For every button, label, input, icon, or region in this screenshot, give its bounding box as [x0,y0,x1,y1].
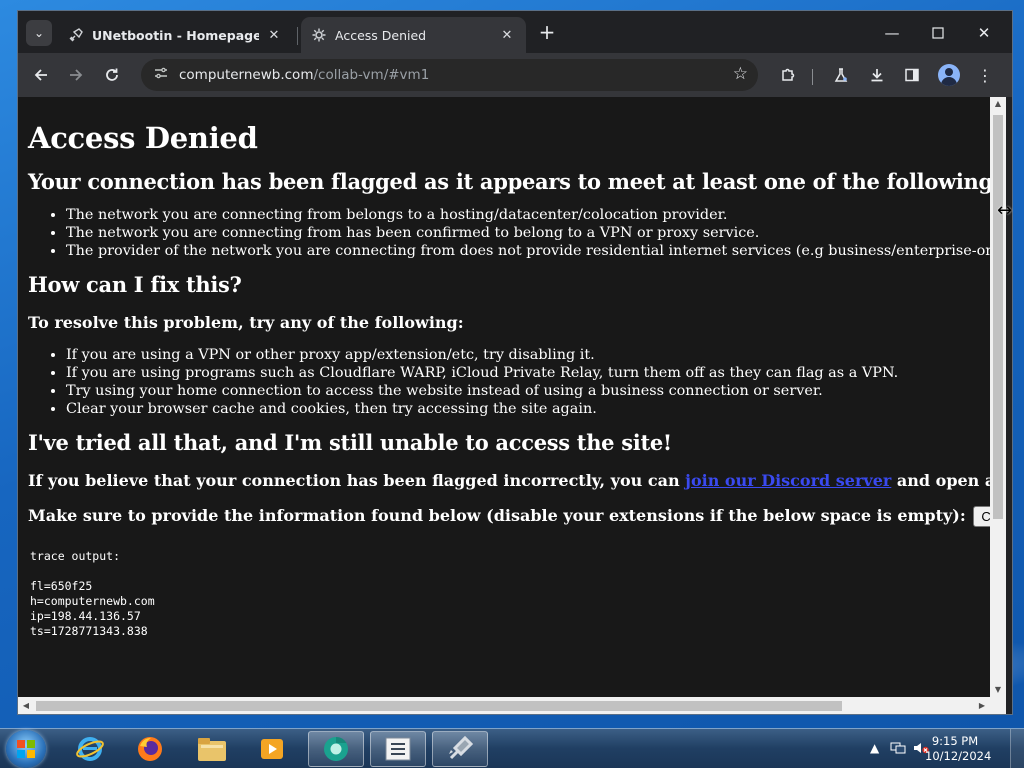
browser-window: ⌄ UNetbootin - Homepage and Do ✕ Access … [17,10,1013,715]
browser-toolbar: computernewb.com/collab-vm/#vm1 ☆ ⋮ [18,53,1012,97]
bookmark-star-icon[interactable]: ☆ [733,64,748,84]
discord-server-link[interactable]: join our Discord server [685,471,891,490]
fixes-list: If you are using a VPN or other proxy ap… [66,346,980,418]
reload-icon[interactable] [98,61,126,89]
address-bar[interactable]: computernewb.com/collab-vm/#vm1 ☆ [141,59,758,91]
scroll-down-icon[interactable]: ▼ [990,683,1006,697]
criteria-list: The network you are connecting from belo… [66,206,990,260]
site-settings-icon[interactable] [151,66,171,84]
list-item: If you are using programs such as Cloudf… [66,364,980,382]
list-item: If you are using a VPN or other proxy ap… [66,346,980,364]
extensions-puzzle-icon[interactable] [774,61,802,89]
start-button-windows-icon[interactable] [6,730,46,768]
tab-search-chevron-icon[interactable]: ⌄ [26,20,52,46]
list-app-icon[interactable] [370,731,426,767]
vertical-scrollbar[interactable]: ▲ ▼ [990,97,1006,697]
close-icon[interactable]: ✕ [265,28,283,43]
list-item: Try using your home connection to access… [66,382,980,400]
back-arrow-icon[interactable] [27,61,55,89]
tab-title: Access Denied [335,27,427,43]
list-item: Clear your browser cache and cookies, th… [66,400,980,418]
system-clock[interactable]: 9:15 PM 10/12/2024 [925,734,992,764]
close-icon[interactable]: ✕ [498,28,516,43]
tab-unetbootin[interactable]: UNetbootin - Homepage and Do ✕ [58,17,293,53]
file-explorer-folder-icon[interactable] [184,731,240,767]
new-tab-plus-icon[interactable]: + [536,21,558,43]
internet-explorer-icon[interactable] [62,731,118,767]
menu-kebab-icon[interactable]: ⋮ [971,61,999,89]
minimize-icon[interactable]: — [872,19,912,47]
trace-line: fl=650f25 [30,579,93,593]
forward-arrow-icon[interactable] [62,61,90,89]
show-hidden-icons-icon[interactable]: ▲ [870,741,879,755]
page-viewport: Access Denied Your connection has been f… [18,97,990,697]
list-item: The network you are connecting from has … [66,224,980,242]
unetbootin-rocket-icon[interactable] [432,731,488,767]
taskbar: ▲ 9:15 PM 10/12/2024 [0,728,1024,768]
url-text: computernewb.com/collab-vm/#vm1 [179,67,430,83]
trace-line: h=computernewb.com [30,594,155,608]
maximize-icon[interactable] [918,19,958,47]
media-player-icon[interactable] [244,731,300,767]
network-icon[interactable] [890,741,906,758]
tab-access-denied[interactable]: Access Denied ✕ [301,17,526,53]
criteria-heading: Your connection has been flagged as it a… [28,169,990,194]
provide-info-text: Make sure to provide the information fou… [28,506,990,527]
page-title: Access Denied [28,121,258,155]
download-icon[interactable] [863,61,891,89]
trace-line: ts=1728771343.838 [30,624,148,638]
scroll-right-icon[interactable]: ▶ [974,697,990,714]
trace-label: trace output: [30,549,121,563]
horizontal-scrollbar[interactable]: ◀ ▶ [18,697,1006,714]
profile-avatar-icon[interactable] [938,64,960,86]
resize-cursor-icon: ↔ [997,200,1013,221]
list-item: The provider of the network you are conn… [66,242,990,260]
labs-flask-icon[interactable] [827,61,855,89]
copy-to-clipboard-button[interactable]: Copy to clipboard [973,506,990,527]
tab-strip: ⌄ UNetbootin - Homepage and Do ✕ Access … [18,11,1012,53]
chrome-taskbar-icon[interactable] [308,731,364,767]
show-desktop-button[interactable] [1010,729,1024,768]
trace-line: ip=198.44.136.57 [30,609,141,623]
window-close-icon[interactable]: ✕ [964,19,1004,47]
rocket-icon [68,27,84,43]
gear-icon [311,27,327,43]
tried-heading: I've tried all that, and I'm still unabl… [28,430,672,455]
horizontal-scroll-thumb[interactable] [36,701,842,711]
clock-date: 10/12/2024 [925,749,992,763]
firefox-icon[interactable] [122,731,178,767]
resolve-subheading: To resolve this problem, try any of the … [28,313,464,332]
tab-title: UNetbootin - Homepage and Do [92,27,259,43]
trace-output: trace output: fl=650f25 h=computernewb.co… [30,549,980,639]
scroll-up-icon[interactable]: ▲ [990,97,1006,111]
side-panel-icon[interactable] [898,61,926,89]
scroll-left-icon[interactable]: ◀ [18,697,34,714]
fix-heading: How can I fix this? [28,272,242,297]
list-item: The network you are connecting from belo… [66,206,980,224]
clock-time: 9:15 PM [931,734,979,748]
incorrect-flag-text: If you believe that your connection has … [28,471,990,490]
vertical-scroll-thumb[interactable] [993,115,1003,519]
